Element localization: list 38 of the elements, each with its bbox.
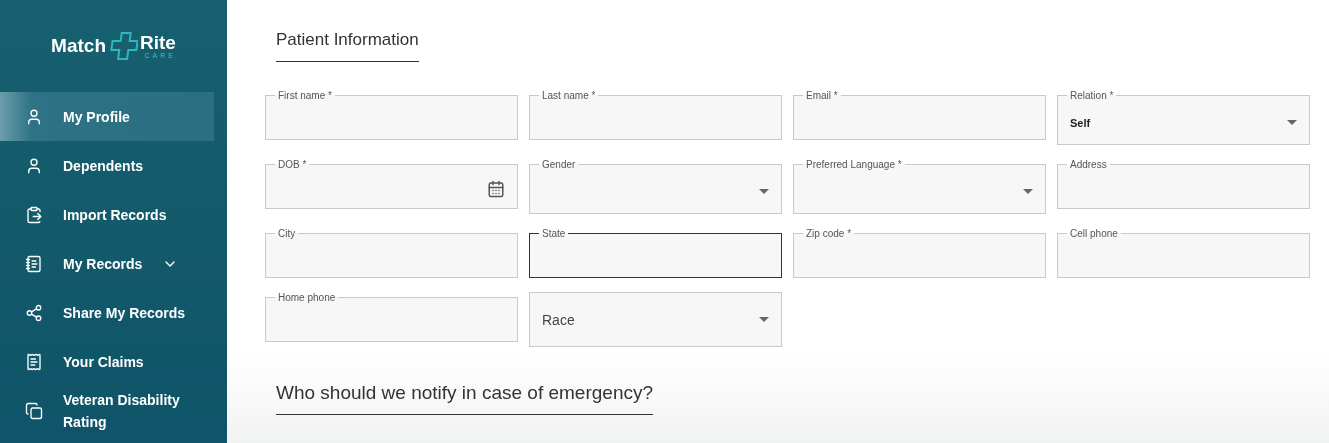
select-field[interactable]: Gender [529, 159, 782, 214]
input-field[interactable]: Last name * [529, 90, 782, 140]
share-icon [25, 303, 43, 322]
receipt-icon [25, 352, 43, 371]
logo-text: Rite [140, 33, 176, 52]
calendar-icon[interactable] [487, 180, 505, 198]
section-title: Who should we notify in case of emergency? [276, 382, 654, 415]
sidebar-item[interactable]: Your Claims [0, 337, 214, 386]
logo-cross-icon [108, 31, 138, 61]
dropdown-caret-icon [1287, 120, 1297, 125]
logo-text: Match [51, 35, 106, 57]
sidebar-item[interactable]: Share My Records [0, 288, 214, 337]
sidebar-item[interactable]: Import Records [0, 190, 214, 239]
dropdown-caret-icon [759, 317, 769, 322]
input-field[interactable]: State [529, 228, 782, 278]
dropdown-caret-icon [759, 189, 769, 194]
input-field[interactable]: Address [1057, 159, 1310, 209]
section-title: Patient Information [276, 30, 419, 62]
select-field[interactable]: Race [529, 292, 782, 347]
sidebar-item[interactable]: Veteran Disability Rating [0, 386, 214, 435]
input-field[interactable]: Email * [793, 90, 1046, 140]
select-field[interactable]: Relation * Self [1057, 90, 1310, 145]
notebook-icon [25, 254, 43, 273]
input-field[interactable]: Zip code * [793, 228, 1046, 278]
sidebar-item[interactable]: Dependents [0, 141, 214, 190]
clipboard-icon [25, 205, 43, 224]
date-field[interactable]: DOB * [265, 159, 518, 209]
user-icon [25, 156, 43, 175]
input-field[interactable]: City [265, 228, 518, 278]
user-icon [25, 107, 43, 126]
dropdown-caret-icon [1023, 189, 1033, 194]
select-field[interactable]: Preferred Language * [793, 159, 1046, 214]
sidebar-item[interactable]: My Profile [0, 92, 214, 141]
input-field[interactable]: Home phone [265, 292, 518, 342]
copy-icon [25, 401, 43, 420]
input-field[interactable]: First name * [265, 90, 518, 140]
sidebar-item[interactable]: My Records [0, 239, 214, 288]
input-field[interactable]: Cell phone [1057, 228, 1310, 278]
